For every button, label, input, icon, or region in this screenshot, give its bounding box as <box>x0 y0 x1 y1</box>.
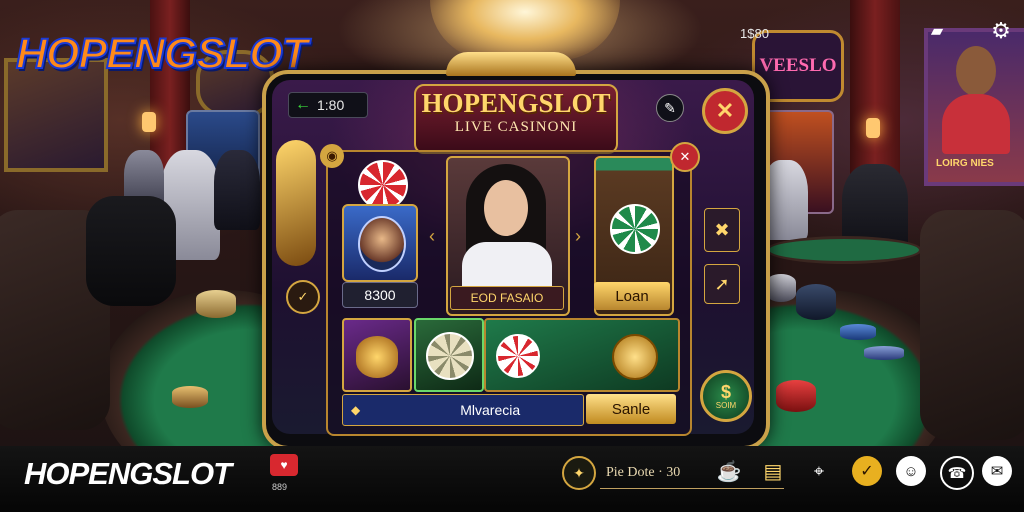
tools-icon[interactable]: ✖ <box>704 208 740 252</box>
green-poker-chip <box>610 204 660 254</box>
gold-action-label: Sanle <box>611 400 651 418</box>
message-icon[interactable]: ✉ <box>982 456 1012 486</box>
chip-stack <box>840 324 876 340</box>
card-close-icon[interactable]: ✕ <box>670 142 700 172</box>
chip-tile-icon <box>426 332 474 380</box>
bet-input-field[interactable]: ◆ Mlvarecia <box>342 394 584 426</box>
settings-gear-icon[interactable]: ⚙ <box>988 18 1014 44</box>
tablet-crest <box>446 52 576 76</box>
poster-text: LOIRG NIES <box>936 158 994 169</box>
gold-coin-icon[interactable]: ✓ <box>852 456 882 486</box>
app-title: HOPENGSLOT <box>421 88 611 118</box>
wall-lamp-left <box>142 112 156 132</box>
wallet-icon[interactable]: ▤ <box>758 456 788 486</box>
back-table-right <box>766 236 922 264</box>
chat-bubble-icon[interactable]: ✎ <box>656 94 684 122</box>
brand-logo: HOPENGSLOT <box>15 29 309 79</box>
player-mid <box>214 150 260 230</box>
poster-face <box>956 46 996 96</box>
emblem-icon[interactable]: ✦ <box>562 456 596 490</box>
chip-stack <box>864 346 904 360</box>
badge-text: 889 <box>272 482 288 492</box>
logo-text: HOPENGSLOT <box>15 29 309 79</box>
diamond-icon: ◆ <box>351 403 361 417</box>
betting-felt <box>484 318 680 392</box>
chair-left-back <box>86 196 176 306</box>
close-button[interactable]: ✕ <box>702 88 748 134</box>
dealer-shirt <box>462 242 552 292</box>
trophy-tile[interactable] <box>342 318 412 392</box>
bet-chip-gold[interactable] <box>612 334 658 380</box>
player-avatar <box>358 216 406 272</box>
cup-icon[interactable]: ☕ <box>714 456 744 486</box>
trophy-icon <box>356 336 398 378</box>
poster-body <box>942 94 1010 154</box>
chip-stack <box>776 380 816 412</box>
round-dollar-chip[interactable]: $ SOIM <box>700 370 752 422</box>
footer-logo: HOPENGSLOT <box>24 456 232 492</box>
red-poker-chip <box>358 160 408 210</box>
round-chip-label: SOIM <box>715 400 737 410</box>
chandelier <box>430 0 620 60</box>
app-subtitle: LIVE CASINONI <box>454 119 578 135</box>
wall-lamp-right <box>866 118 880 138</box>
balance-value: 1:80 <box>317 97 345 113</box>
gold-ornament <box>276 140 316 266</box>
player-card[interactable] <box>342 204 418 282</box>
chat-icon[interactable]: ☺ <box>896 456 926 486</box>
app-title-plate: HOPENGSLOT LIVE CASINONI <box>414 84 618 154</box>
chair-right <box>920 210 1024 440</box>
footer-logo-text: HOPENGSLOT <box>24 456 232 491</box>
prev-arrow-icon[interactable]: ‹ <box>424 224 440 248</box>
dealer-label: EOD FASAIO <box>450 286 564 310</box>
chip-stack <box>766 274 796 302</box>
chip-stack <box>796 284 836 320</box>
loan-button[interactable]: Loan <box>594 282 670 310</box>
menu-gold-icon[interactable]: ◉ <box>320 144 344 168</box>
badge-icon[interactable]: ♥ <box>270 454 298 476</box>
ok-round-button[interactable]: ✓ <box>286 280 320 314</box>
gold-action-button[interactable]: Sanle <box>586 394 676 424</box>
player-card-value: 8300 <box>342 282 418 308</box>
chip-stack <box>172 386 208 408</box>
chip-stack <box>196 290 236 318</box>
bet-input-text: Mlvarecia <box>460 402 521 418</box>
chip-tile[interactable] <box>414 318 484 392</box>
loan-button-label: Loan <box>615 287 649 305</box>
balance-display: ← 1:80 <box>288 92 368 118</box>
next-arrow-icon[interactable]: › <box>570 224 586 248</box>
status-underline <box>600 488 784 489</box>
dollar-icon: $ <box>720 381 731 402</box>
woman-poster: LOIRG NIES <box>924 28 1024 186</box>
back-arrow-icon[interactable]: ← <box>295 96 311 114</box>
grid-icon[interactable]: ⌖ <box>804 456 834 486</box>
dealer-label-text: EOD FASAIO <box>470 291 544 305</box>
profile-icon[interactable]: ▰ <box>926 20 948 42</box>
wall-sign-text: VEESLO <box>759 55 837 76</box>
dealer-face <box>484 180 528 236</box>
status-text: Pie Dote · 30 <box>606 465 681 480</box>
player-card-value-text: 8300 <box>364 287 396 303</box>
top-counter-text: 1$80 <box>740 26 769 41</box>
top-counter: 1$80 <box>740 26 769 41</box>
support-icon[interactable]: ☎ <box>940 456 974 490</box>
bet-chip-red[interactable] <box>496 334 540 378</box>
share-arrow-icon[interactable]: ➚ <box>704 264 740 304</box>
